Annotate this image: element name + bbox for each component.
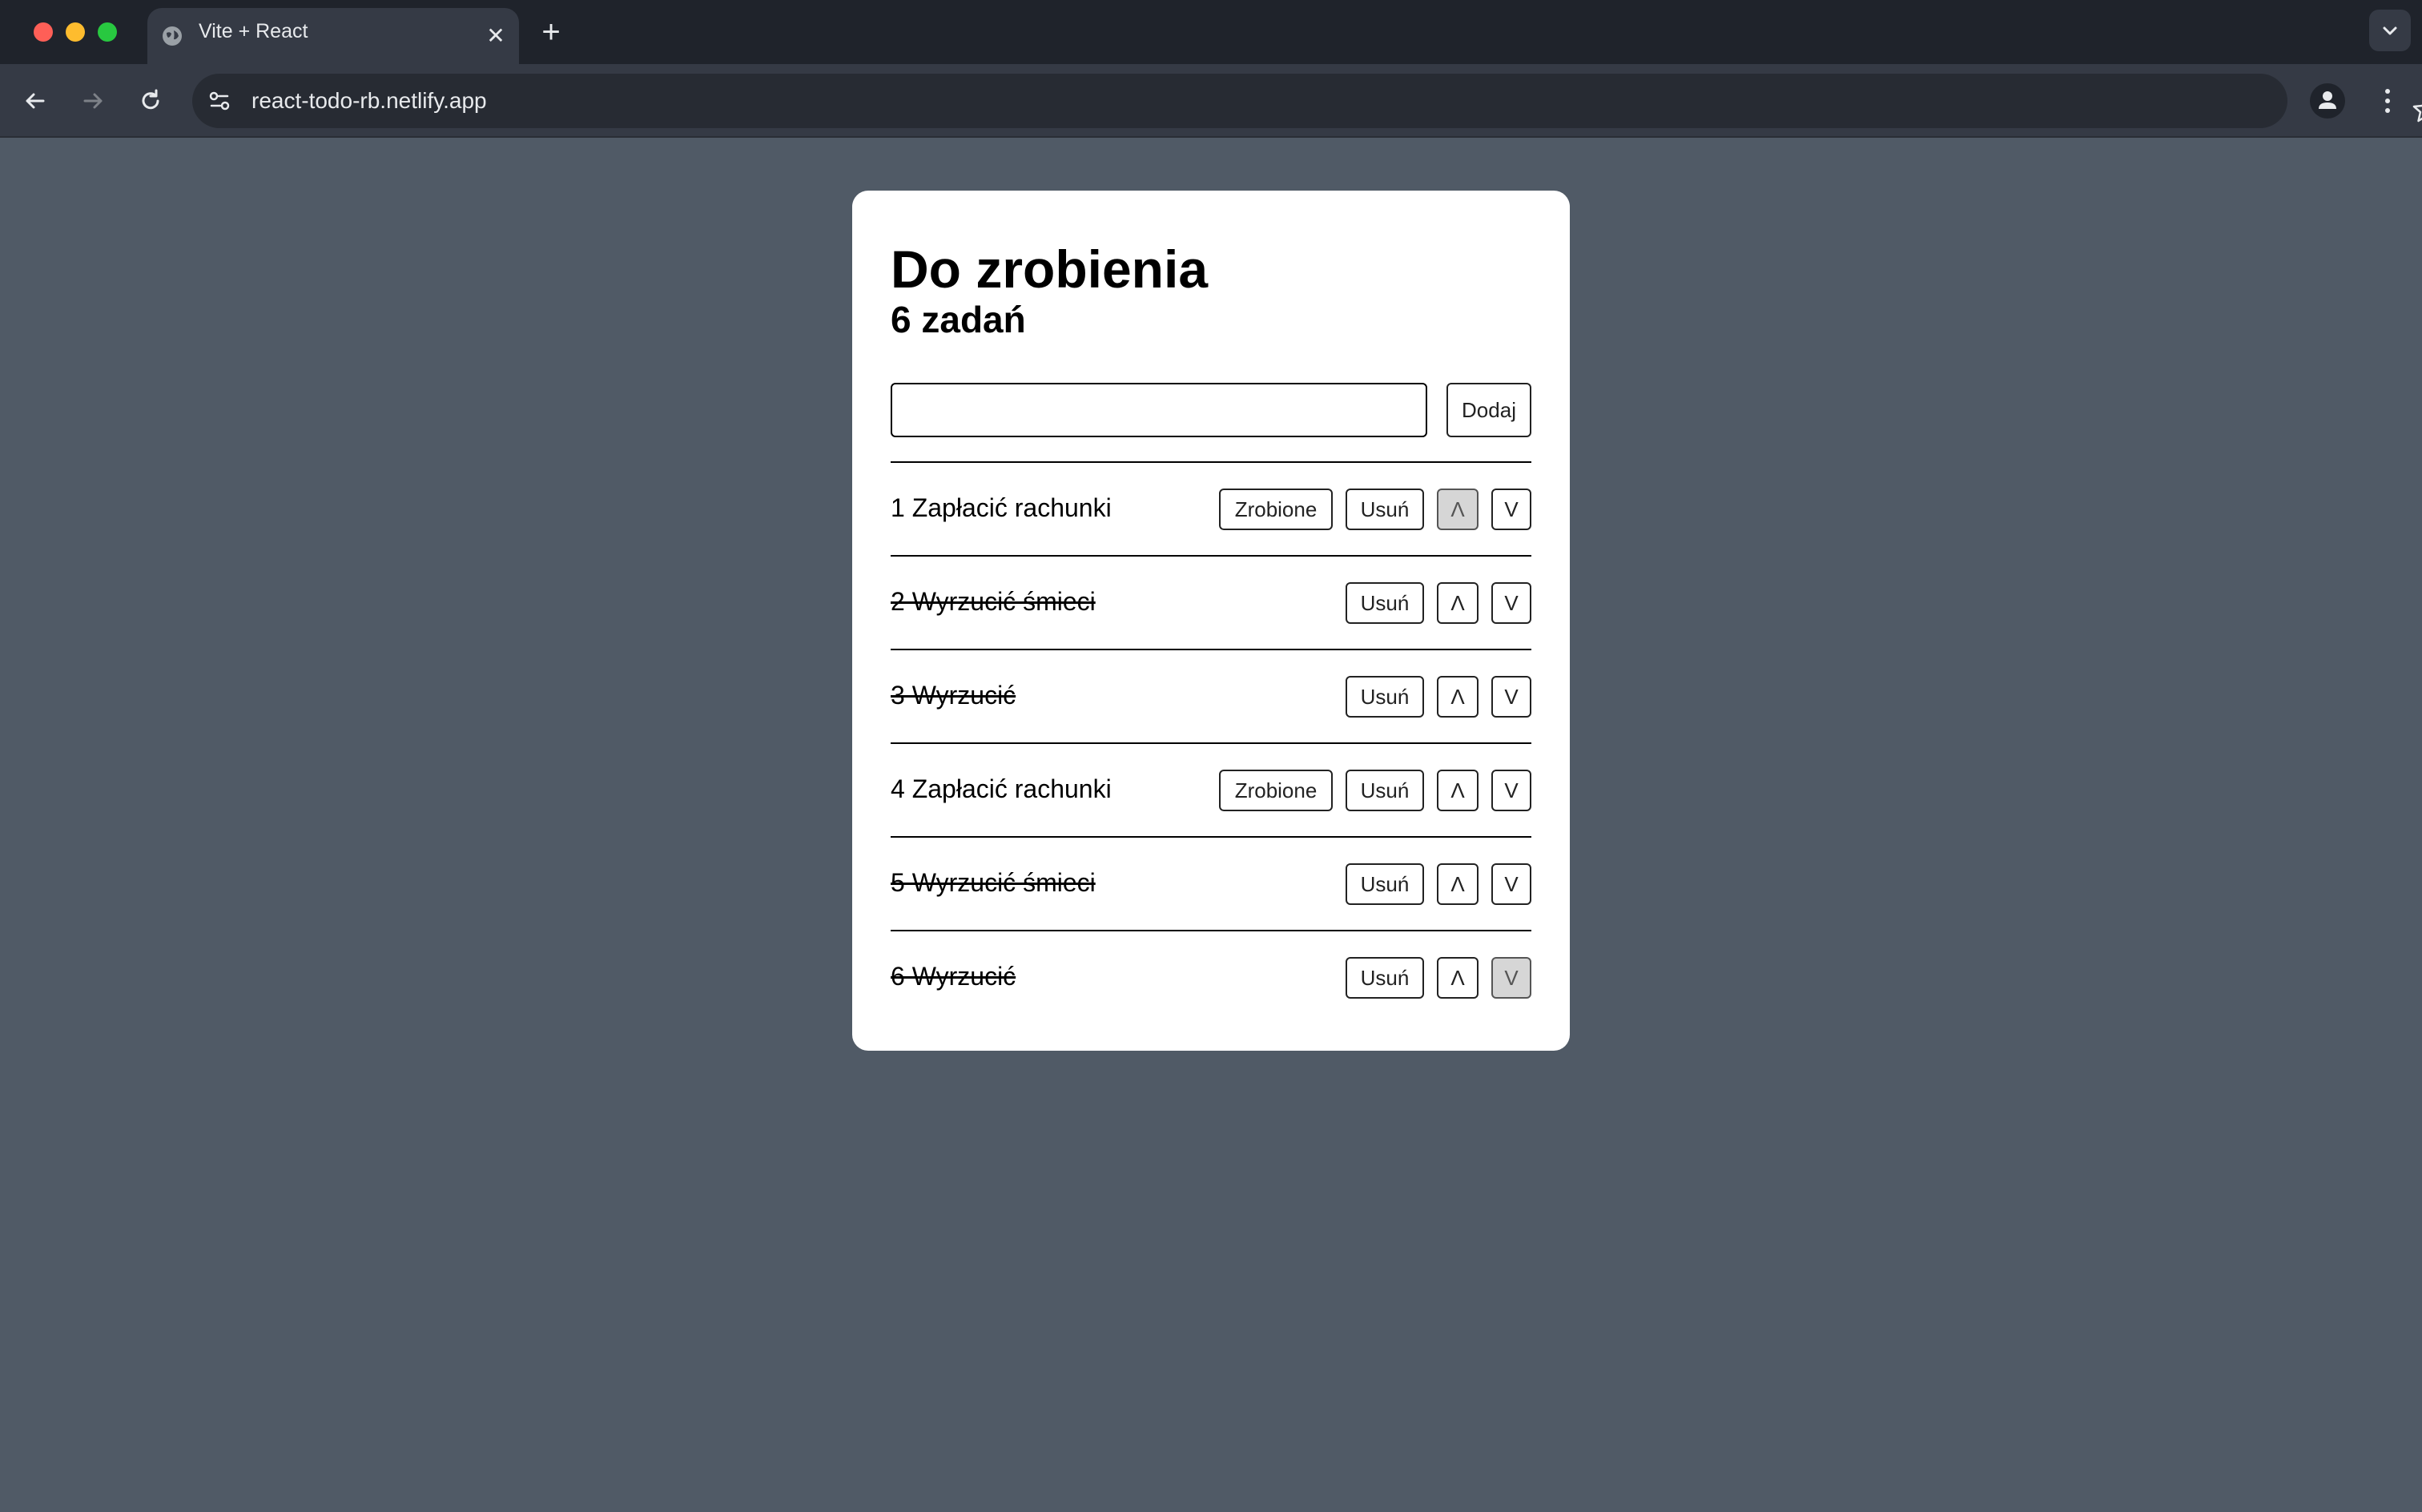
task-text: 1 Zapłacić rachunki: [891, 493, 1112, 522]
move-down-button[interactable]: V: [1491, 676, 1531, 718]
move-up-button[interactable]: Λ: [1437, 582, 1479, 624]
forward-arrow-icon[interactable]: [77, 85, 109, 117]
task-text: 4 Zapłacić rachunki: [891, 774, 1112, 803]
site-settings-icon[interactable]: [203, 85, 235, 117]
add-button[interactable]: Dodaj: [1446, 383, 1531, 437]
task-text: 3 Wyrzucić: [891, 681, 1016, 710]
move-down-button[interactable]: V: [1491, 489, 1531, 530]
move-down-button[interactable]: V: [1491, 582, 1531, 624]
delete-button[interactable]: Usuń: [1346, 489, 1424, 530]
task-text: 6 Wyrzucić: [891, 962, 1016, 991]
new-task-input[interactable]: [891, 383, 1427, 437]
move-up-button[interactable]: Λ: [1437, 770, 1479, 811]
task-row: 1 Zapłacić rachunki Zrobione Usuń Λ V: [891, 463, 1531, 556]
task-row: 2 Wyrzucić śmieci Usuń Λ V: [891, 557, 1531, 649]
browser-toolbar: react-todo-rb.netlify.app: [0, 64, 2422, 138]
mark-done-button[interactable]: Zrobione: [1219, 489, 1333, 530]
reload-icon[interactable]: [135, 85, 167, 117]
chevron-down-icon: [2383, 26, 2397, 35]
address-bar[interactable]: react-todo-rb.netlify.app: [192, 74, 2422, 128]
move-up-button[interactable]: Λ: [1437, 863, 1479, 905]
delete-button[interactable]: Usuń: [1346, 957, 1424, 999]
task-text: 5 Wyrzucić śmieci: [891, 868, 1096, 897]
back-arrow-icon[interactable]: [19, 85, 51, 117]
move-down-button[interactable]: V: [1491, 770, 1531, 811]
task-row: 5 Wyrzucić śmieci Usuń Λ V: [891, 838, 1531, 931]
tab-title: Vite + React: [199, 20, 308, 42]
minimize-window-button[interactable]: [66, 22, 85, 42]
maximize-window-button[interactable]: [98, 22, 117, 42]
delete-button[interactable]: Usuń: [1346, 582, 1424, 624]
profile-avatar-button[interactable]: [2310, 83, 2345, 119]
delete-button[interactable]: Usuń: [1346, 863, 1424, 905]
task-text: 2 Wyrzucić śmieci: [891, 587, 1096, 616]
move-up-button[interactable]: Λ: [1437, 489, 1479, 530]
task-row: 3 Wyrzucić Usuń Λ V: [891, 650, 1531, 743]
browser-tab-bar: Vite + React ✕ +: [0, 0, 2422, 64]
browser-tab[interactable]: Vite + React ✕: [147, 8, 519, 64]
mark-done-button[interactable]: Zrobione: [1219, 770, 1333, 811]
close-tab-icon[interactable]: ✕: [484, 24, 508, 48]
task-row: 6 Wyrzucić Usuń Λ V: [891, 931, 1531, 1024]
person-icon: [2319, 91, 2336, 109]
more-options-icon[interactable]: [2376, 83, 2400, 119]
move-up-button[interactable]: Λ: [1437, 676, 1479, 718]
page-title: Do zrobienia: [891, 239, 1209, 299]
move-down-button[interactable]: V: [1491, 957, 1531, 999]
move-down-button[interactable]: V: [1491, 863, 1531, 905]
move-up-button[interactable]: Λ: [1437, 957, 1479, 999]
tab-search-button[interactable]: [2369, 10, 2411, 51]
new-tab-button[interactable]: +: [535, 16, 567, 48]
task-count: 6 zadań: [891, 299, 1026, 340]
todo-card: Do zrobienia 6 zadań Dodaj 1 Zapłacić ra…: [852, 191, 1570, 1051]
close-window-button[interactable]: [34, 22, 53, 42]
delete-button[interactable]: Usuń: [1346, 770, 1424, 811]
delete-button[interactable]: Usuń: [1346, 676, 1424, 718]
bookmark-star-icon[interactable]: [2408, 91, 2422, 128]
url-text: react-todo-rb.netlify.app: [251, 88, 487, 113]
globe-icon: [163, 26, 182, 46]
task-row: 4 Zapłacić rachunki Zrobione Usuń Λ V: [891, 744, 1531, 837]
